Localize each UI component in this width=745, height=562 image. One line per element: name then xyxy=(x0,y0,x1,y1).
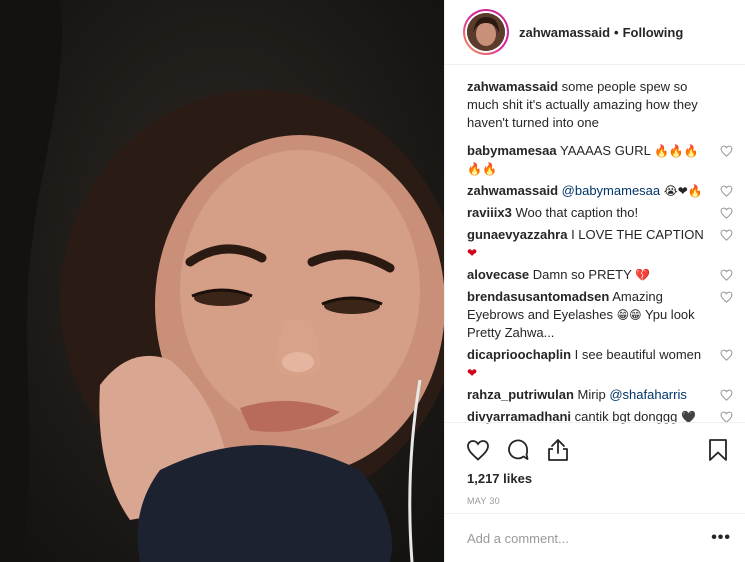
heart-icon[interactable] xyxy=(720,229,733,241)
list-item: dicaprioochaplin I see beautiful women ❤ xyxy=(467,346,733,382)
more-options-button[interactable]: ••• xyxy=(711,529,731,547)
comments-list: zahwamassaid some people spew so much sh… xyxy=(445,78,745,430)
comment-text: Mirip xyxy=(577,387,606,402)
post-caption: zahwamassaid some people spew so much sh… xyxy=(467,78,733,132)
heart-icon[interactable] xyxy=(720,269,733,281)
follow-status-button[interactable]: Following xyxy=(623,25,684,40)
comment-emoji: 💔 xyxy=(635,268,651,282)
heart-icon[interactable] xyxy=(720,145,733,157)
list-item: babymamesaa YAAAAS GURL 🔥🔥🔥🔥🔥 xyxy=(467,142,733,178)
caption-username[interactable]: zahwamassaid xyxy=(467,79,558,94)
heart-icon[interactable] xyxy=(720,349,733,361)
heart-icon[interactable] xyxy=(720,389,733,401)
comment-username[interactable]: raviiix3 xyxy=(467,205,512,220)
add-comment-bar: ••• xyxy=(445,513,745,562)
comment-username[interactable]: alovecase xyxy=(467,267,529,282)
selfie-image xyxy=(0,0,444,562)
avatar[interactable] xyxy=(463,9,509,55)
comment-username[interactable]: gunaevyazzahra xyxy=(467,227,567,242)
comment-text: YAAAAS GURL xyxy=(560,143,651,158)
post-header: zahwamassaid • Following xyxy=(445,0,745,65)
list-item: alovecase Damn so PRETY 💔 xyxy=(467,266,733,284)
like-button[interactable] xyxy=(465,437,491,463)
list-item: gunaevyazzahra I LOVE THE CAPTION ❤ xyxy=(467,226,733,262)
comment-emoji: 😭❤🔥 xyxy=(663,184,703,198)
comment-emoji: ❤ xyxy=(467,246,478,260)
heart-icon[interactable] xyxy=(720,185,733,197)
save-button[interactable] xyxy=(705,437,731,463)
comment-button[interactable] xyxy=(505,437,531,463)
comment-mention[interactable]: @babymamesaa xyxy=(562,183,660,198)
comment-text: Woo that caption tho! xyxy=(515,205,639,220)
comment-username[interactable]: rahza_putriwulan xyxy=(467,387,574,402)
share-button[interactable] xyxy=(545,437,571,463)
post-date[interactable]: MAY 30 xyxy=(445,486,745,506)
heart-icon[interactable] xyxy=(720,207,733,219)
comment-icon xyxy=(508,439,529,460)
list-item: rahza_putriwulan Mirip @shafaharris xyxy=(467,386,733,404)
list-item: zahwamassaid @babymamesaa 😭❤🔥 xyxy=(467,182,733,200)
comment-username[interactable]: dicaprioochaplin xyxy=(467,347,571,362)
post-photo[interactable] xyxy=(0,0,444,562)
comment-username[interactable]: babymamesaa xyxy=(467,143,557,158)
heart-icon[interactable] xyxy=(720,291,733,303)
comment-text: I LOVE THE CAPTION xyxy=(571,227,704,242)
post-details-panel: zahwamassaid • Following zahwamassaid so… xyxy=(444,0,745,562)
post-actions: 1,217 likes MAY 30 ••• xyxy=(445,422,745,562)
bookmark-icon xyxy=(709,439,727,461)
comment-emoji: 😁😁 xyxy=(616,308,642,322)
header-username[interactable]: zahwamassaid xyxy=(519,25,610,40)
likes-count[interactable]: 1,217 likes xyxy=(445,463,745,486)
comment-username[interactable]: brendasusantomadsen xyxy=(467,289,609,304)
comment-username[interactable]: zahwamassaid xyxy=(467,183,558,198)
comment-text: I see beautiful women xyxy=(574,347,702,362)
list-item: brendasusantomadsen Amazing Eyebrows and… xyxy=(467,288,733,342)
comment-input[interactable] xyxy=(467,530,712,546)
share-icon xyxy=(548,439,568,461)
comment-text: Damn so PRETY xyxy=(532,267,632,282)
header-separator: • xyxy=(614,24,619,40)
heart-icon xyxy=(467,440,489,461)
action-icons xyxy=(445,423,745,463)
list-item: raviiix3 Woo that caption tho! xyxy=(467,204,733,222)
comment-emoji: ❤ xyxy=(467,366,478,380)
comment-mention[interactable]: @shafaharris xyxy=(609,387,687,402)
